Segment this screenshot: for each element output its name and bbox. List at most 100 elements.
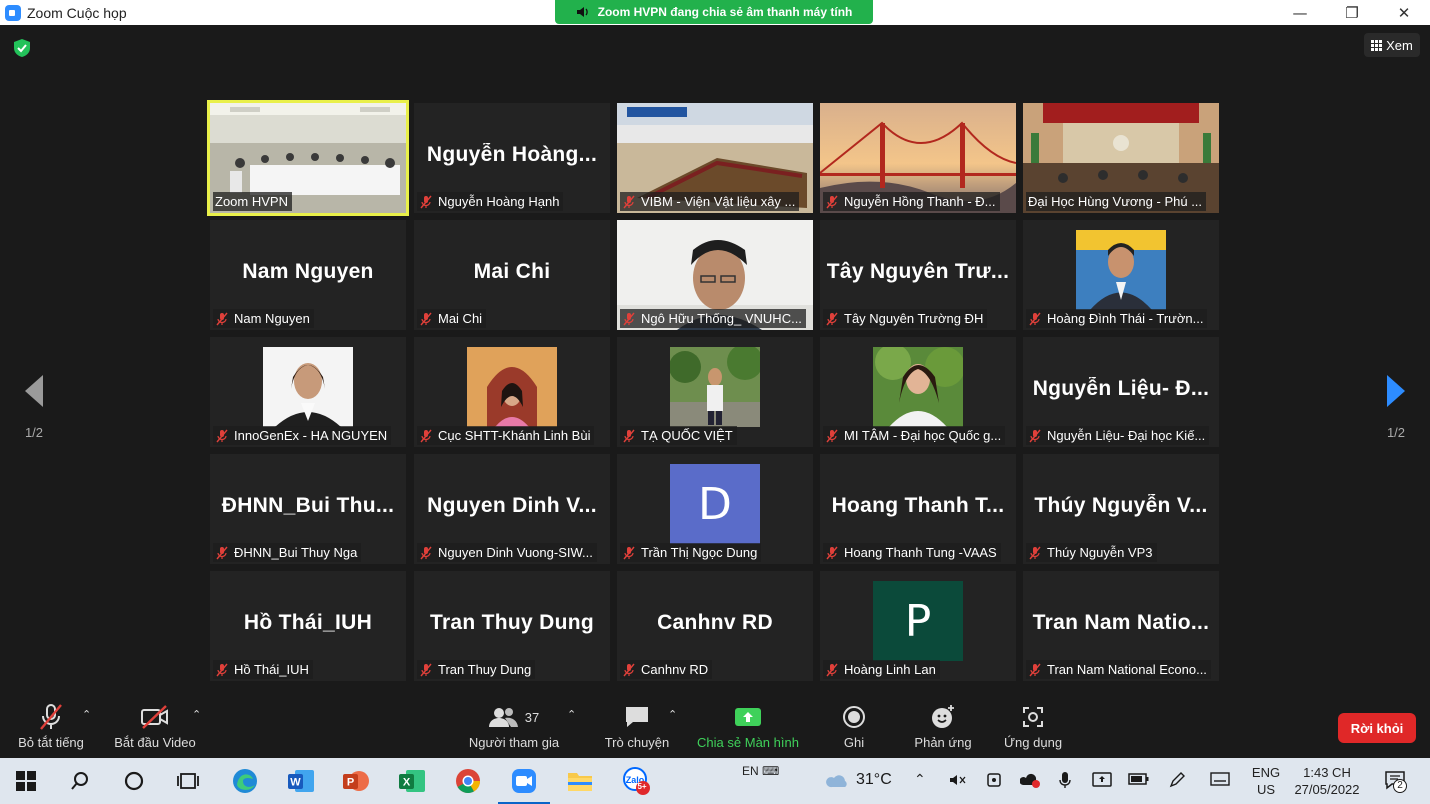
excel-button[interactable]: X (396, 765, 428, 797)
participant-tile[interactable]: Tran Thuy Dung Tran Thuy Dung (414, 571, 610, 681)
powerpoint-icon: P (342, 768, 370, 794)
onedrive-error-icon[interactable] (1020, 771, 1042, 793)
participant-tile[interactable]: Ngô Hữu Thống_ VNUHC... (617, 220, 813, 330)
language-indicator[interactable]: ENG US (1248, 764, 1284, 798)
excel-icon: X (398, 768, 426, 794)
show-hidden-icons-chevron[interactable]: ⌃ (914, 771, 926, 788)
edge-button[interactable] (229, 765, 261, 797)
participant-name-label: Zoom HVPN (213, 192, 292, 211)
participant-tile[interactable]: Hoàng Đình Thái - Trườn... (1023, 220, 1219, 330)
muted-mic-icon (1028, 312, 1042, 326)
participants-chevron-icon[interactable]: ⌃ (567, 708, 576, 721)
muted-mic-icon (215, 663, 229, 677)
file-explorer-button[interactable] (564, 765, 596, 797)
participant-tile[interactable]: VIBM - Viện Vật liệu xây ... (617, 103, 813, 213)
unmute-button[interactable]: Bỏ tắt tiếng (12, 702, 90, 750)
participant-tile[interactable]: D Trần Thị Ngọc Dung (617, 454, 813, 564)
participant-name-label: VIBM - Viện Vật liệu xây ... (620, 192, 799, 211)
participant-name-label: Nam Nguyen (213, 309, 314, 328)
participant-tile[interactable]: Đại Học Hùng Vương - Phú ... (1023, 103, 1219, 213)
notification-center-button[interactable]: 2 (1380, 769, 1410, 795)
cortana-circle-icon (124, 771, 144, 791)
participant-tile[interactable]: TẠ QUỐC VIỆT (617, 337, 813, 447)
participant-name-label: Tran Nam National Econo... (1026, 660, 1211, 679)
start-video-button[interactable]: Bắt đầu Video (108, 702, 202, 750)
arrow-left-icon (25, 375, 43, 407)
participant-tile[interactable]: Nguyễn Hồng Thanh - Đ... (820, 103, 1016, 213)
participant-tile[interactable]: Nguyễn Liệu- Đ... Nguyễn Liệu- Đại học K… (1023, 337, 1219, 447)
avatar-letter-tile: P (873, 581, 963, 661)
meeting-area: Xem 1/2 1/2 Zoom HVPN (0, 25, 1430, 696)
audio-options-chevron-icon[interactable]: ⌃ (82, 708, 91, 721)
powerpoint-button[interactable]: P (340, 765, 372, 797)
chat-button[interactable]: Trò chuyện (598, 702, 676, 750)
microphone-icon[interactable] (1058, 771, 1072, 793)
apps-button[interactable]: Ứng dụng (998, 702, 1068, 750)
folder-icon (567, 770, 593, 792)
participant-tile[interactable]: P Hoàng Linh Lan (820, 571, 1016, 681)
volume-muted-icon[interactable] (948, 771, 966, 793)
chat-chevron-icon[interactable]: ⌃ (668, 708, 677, 721)
participant-tile[interactable]: Thúy Nguyễn V... Thúy Nguyễn VP3 (1023, 454, 1219, 564)
participant-tile[interactable]: Hoang Thanh T... Hoang Thanh Tung -VAAS (820, 454, 1016, 564)
muted-mic-icon (622, 546, 636, 560)
video-options-chevron-icon[interactable]: ⌃ (192, 708, 201, 721)
participant-tile[interactable]: Canhnv RD Canhnv RD (617, 571, 813, 681)
search-icon (70, 771, 90, 791)
smiley-plus-icon (930, 704, 956, 730)
participant-tile[interactable]: Tran Nam Natio... Tran Nam National Econ… (1023, 571, 1219, 681)
participant-tile[interactable]: InnoGenEx - HA NGUYEN (210, 337, 406, 447)
audio-share-banner[interactable]: Zoom HVPN đang chia sẻ âm thanh máy tính (555, 0, 873, 24)
participant-name-label: Nguyen Dinh Vuong-SIW... (417, 543, 597, 562)
participant-tile[interactable]: Mai Chi Mai Chi (414, 220, 610, 330)
participant-tile[interactable]: Nguyễn Hoàng... Nguyễn Hoàng Hạnh (414, 103, 610, 213)
participant-name-label: TẠ QUỐC VIỆT (620, 426, 737, 445)
participant-tile[interactable]: Tây Nguyên Trư... Tây Nguyên Trường ĐH (820, 220, 1016, 330)
chrome-button[interactable] (452, 765, 484, 797)
cortana-button[interactable] (118, 765, 150, 797)
edge-browser-icon (231, 767, 259, 795)
participant-display-name: Canhnv RD (617, 611, 813, 635)
security-shield-icon[interactable] (14, 39, 30, 57)
participant-tile[interactable]: Cục SHTT-Khánh Linh Bùi (414, 337, 610, 447)
view-button[interactable]: Xem (1364, 33, 1420, 57)
participant-tile[interactable]: MI TÂM - Đại học Quốc g... (820, 337, 1016, 447)
clock[interactable]: 1:43 CH 27/05/2022 (1290, 764, 1364, 798)
screen-share-tray-icon[interactable] (1092, 771, 1112, 793)
profile-photo (670, 347, 760, 427)
participants-button[interactable]: 37 Người tham gia (462, 702, 566, 750)
zoom-taskbar-button[interactable] (508, 765, 540, 797)
reactions-button[interactable]: Phản ứng (908, 702, 978, 750)
leave-meeting-button[interactable]: Rời khỏi (1338, 713, 1416, 743)
participant-display-name: ĐHNN_Bui Thu... (210, 494, 406, 518)
participant-tile[interactable]: ĐHNN_Bui Thu... ĐHNN_Bui Thuy Nga (210, 454, 406, 564)
pen-workspace-icon[interactable] (1168, 771, 1186, 793)
next-page-button[interactable]: 1/2 (1372, 360, 1420, 450)
task-view-button[interactable] (172, 765, 204, 797)
participant-tile[interactable]: Zoom HVPN (210, 103, 406, 213)
participant-tile[interactable]: Nam Nguyen Nam Nguyen (210, 220, 406, 330)
close-icon[interactable]: ✕ (1378, 0, 1430, 25)
share-screen-button[interactable]: Chia sẻ Màn hình (690, 702, 806, 750)
weather-widget[interactable]: 31°C (826, 771, 892, 789)
participant-name-label: InnoGenEx - HA NGUYEN (213, 426, 391, 445)
touch-keyboard-icon[interactable] (1210, 771, 1230, 791)
muted-mic-icon (825, 429, 839, 443)
search-button[interactable] (64, 765, 96, 797)
battery-icon[interactable] (1128, 772, 1150, 790)
participant-tile[interactable]: Nguyen Dinh V... Nguyen Dinh Vuong-SIW..… (414, 454, 610, 564)
meet-now-icon[interactable] (985, 771, 1003, 793)
input-language[interactable]: EN ⌨ (742, 763, 779, 780)
participant-display-name: Nguyễn Liệu- Đ... (1023, 377, 1219, 401)
word-icon: W (287, 768, 315, 794)
participant-tile[interactable]: Hồ Thái_IUH Hồ Thái_IUH (210, 571, 406, 681)
prev-page-button[interactable]: 1/2 (10, 360, 58, 450)
participants-icon (489, 705, 519, 729)
record-button[interactable]: Ghi (830, 702, 878, 750)
minimize-icon[interactable]: — (1274, 0, 1326, 25)
cloud-icon (826, 771, 850, 789)
start-button[interactable] (10, 765, 42, 797)
restore-icon[interactable]: ❐ (1326, 0, 1378, 25)
zalo-button[interactable]: Zalo 5+ (620, 765, 652, 797)
word-button[interactable]: W (285, 765, 317, 797)
